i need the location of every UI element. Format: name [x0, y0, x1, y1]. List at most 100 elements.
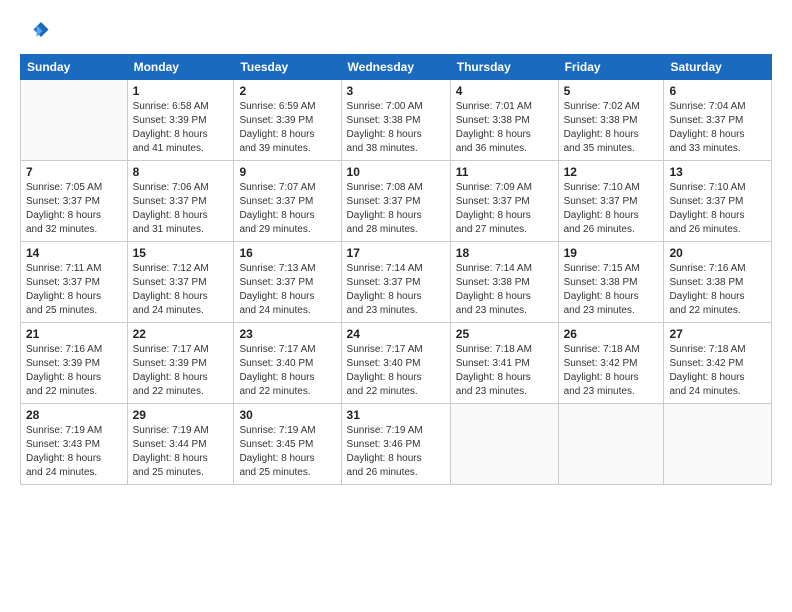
day-cell — [21, 80, 128, 161]
day-number: 8 — [133, 165, 229, 179]
day-cell: 6 Sunrise: 7:04 AM Sunset: 3:37 PM Daylig… — [664, 80, 772, 161]
day-cell: 9 Sunrise: 7:07 AM Sunset: 3:37 PM Daylig… — [234, 161, 341, 242]
day-cell: 29Sunrise: 7:19 AM Sunset: 3:44 PM Dayli… — [127, 404, 234, 485]
weekday-header-monday: Monday — [127, 55, 234, 80]
day-number: 17 — [347, 246, 445, 260]
logo — [20, 16, 54, 46]
day-number: 30 — [239, 408, 335, 422]
day-cell: 28 Sunrise: 7:19 AM Sunset: 3:43 PM Dayli… — [21, 404, 128, 485]
day-info: Sunrise: 7:00 AM Sunset: 3:38 PM Dayligh… — [347, 100, 445, 156]
day-cell: 12Sunrise: 7:10 AM Sunset: 3:37 PM Dayli… — [558, 161, 664, 242]
day-info: Sunrise: 7:02 AM Sunset: 3:38 PM Dayligh… — [564, 100, 659, 156]
header — [20, 16, 772, 46]
day-cell: 23 Sunrise: 7:17 AM Sunset: 3:40 PM Dayli… — [234, 323, 341, 404]
day-info: Sunrise: 7:09 AM Sunset: 3:37 PM Dayligh… — [456, 181, 553, 237]
day-number: 7 — [26, 165, 122, 179]
day-info: Sunrise: 7:07 AM Sunset: 3:37 PM Dayligh… — [239, 181, 335, 237]
day-info: Sunrise: 7:18 AM Sunset: 3:42 PM Dayligh… — [669, 343, 766, 399]
day-info: Sunrise: 7:15 AM Sunset: 3:38 PM Dayligh… — [564, 262, 659, 318]
day-info: Sunrise: 7:19 AM Sunset: 3:43 PM Dayligh… — [26, 424, 122, 480]
day-number: 14 — [26, 246, 122, 260]
day-number: 6 — [669, 84, 766, 98]
day-number: 19 — [564, 246, 659, 260]
day-cell: 22 Sunrise: 7:17 AM Sunset: 3:39 PM Dayli… — [127, 323, 234, 404]
calendar-table: SundayMondayTuesdayWednesdayThursdayFrid… — [20, 54, 772, 485]
day-cell: 30 Sunrise: 7:19 AM Sunset: 3:45 PM Dayli… — [234, 404, 341, 485]
day-cell: 19 Sunrise: 7:15 AM Sunset: 3:38 PM Dayli… — [558, 242, 664, 323]
day-number: 16 — [239, 246, 335, 260]
day-info: Sunrise: 7:06 AM Sunset: 3:37 PM Dayligh… — [133, 181, 229, 237]
day-info: Sunrise: 7:17 AM Sunset: 3:39 PM Dayligh… — [133, 343, 229, 399]
day-number: 15 — [133, 246, 229, 260]
day-info: Sunrise: 7:19 AM Sunset: 3:45 PM Dayligh… — [239, 424, 335, 480]
weekday-header-saturday: Saturday — [664, 55, 772, 80]
day-cell: 10 Sunrise: 7:08 AM Sunset: 3:37 PM Dayli… — [341, 161, 450, 242]
day-cell: 2Sunrise: 6:59 AM Sunset: 3:39 PM Daylig… — [234, 80, 341, 161]
day-info: Sunrise: 7:18 AM Sunset: 3:41 PM Dayligh… — [456, 343, 553, 399]
day-info: Sunrise: 7:08 AM Sunset: 3:37 PM Dayligh… — [347, 181, 445, 237]
day-cell: 16Sunrise: 7:13 AM Sunset: 3:37 PM Dayli… — [234, 242, 341, 323]
day-number: 27 — [669, 327, 766, 341]
week-row-3: 14 Sunrise: 7:11 AM Sunset: 3:37 PM Dayli… — [21, 242, 772, 323]
day-info: Sunrise: 6:58 AM Sunset: 3:39 PM Dayligh… — [133, 100, 229, 156]
week-row-4: 21Sunrise: 7:16 AM Sunset: 3:39 PM Dayli… — [21, 323, 772, 404]
day-number: 22 — [133, 327, 229, 341]
day-number: 4 — [456, 84, 553, 98]
day-cell: 8 Sunrise: 7:06 AM Sunset: 3:37 PM Daylig… — [127, 161, 234, 242]
day-info: Sunrise: 6:59 AM Sunset: 3:39 PM Dayligh… — [239, 100, 335, 156]
day-cell: 20 Sunrise: 7:16 AM Sunset: 3:38 PM Dayli… — [664, 242, 772, 323]
week-row-2: 7 Sunrise: 7:05 AM Sunset: 3:37 PM Daylig… — [21, 161, 772, 242]
day-cell: 5 Sunrise: 7:02 AM Sunset: 3:38 PM Daylig… — [558, 80, 664, 161]
logo-icon — [20, 16, 50, 46]
day-info: Sunrise: 7:19 AM Sunset: 3:44 PM Dayligh… — [133, 424, 229, 480]
day-number: 20 — [669, 246, 766, 260]
day-cell: 31Sunrise: 7:19 AM Sunset: 3:46 PM Dayli… — [341, 404, 450, 485]
weekday-header-thursday: Thursday — [450, 55, 558, 80]
calendar-page: SundayMondayTuesdayWednesdayThursdayFrid… — [0, 0, 792, 495]
day-info: Sunrise: 7:17 AM Sunset: 3:40 PM Dayligh… — [347, 343, 445, 399]
weekday-header-tuesday: Tuesday — [234, 55, 341, 80]
day-cell: 13 Sunrise: 7:10 AM Sunset: 3:37 PM Dayli… — [664, 161, 772, 242]
day-number: 9 — [239, 165, 335, 179]
day-info: Sunrise: 7:05 AM Sunset: 3:37 PM Dayligh… — [26, 181, 122, 237]
day-cell — [450, 404, 558, 485]
day-info: Sunrise: 7:04 AM Sunset: 3:37 PM Dayligh… — [669, 100, 766, 156]
day-number: 5 — [564, 84, 659, 98]
day-cell — [558, 404, 664, 485]
day-number: 25 — [456, 327, 553, 341]
day-info: Sunrise: 7:11 AM Sunset: 3:37 PM Dayligh… — [26, 262, 122, 318]
day-cell: 17 Sunrise: 7:14 AM Sunset: 3:37 PM Dayli… — [341, 242, 450, 323]
day-info: Sunrise: 7:14 AM Sunset: 3:37 PM Dayligh… — [347, 262, 445, 318]
day-cell: 27 Sunrise: 7:18 AM Sunset: 3:42 PM Dayli… — [664, 323, 772, 404]
day-number: 3 — [347, 84, 445, 98]
day-number: 13 — [669, 165, 766, 179]
day-info: Sunrise: 7:14 AM Sunset: 3:38 PM Dayligh… — [456, 262, 553, 318]
day-number: 24 — [347, 327, 445, 341]
day-info: Sunrise: 7:17 AM Sunset: 3:40 PM Dayligh… — [239, 343, 335, 399]
day-info: Sunrise: 7:10 AM Sunset: 3:37 PM Dayligh… — [669, 181, 766, 237]
day-info: Sunrise: 7:16 AM Sunset: 3:39 PM Dayligh… — [26, 343, 122, 399]
day-number: 28 — [26, 408, 122, 422]
weekday-header-friday: Friday — [558, 55, 664, 80]
week-row-5: 28 Sunrise: 7:19 AM Sunset: 3:43 PM Dayli… — [21, 404, 772, 485]
day-number: 12 — [564, 165, 659, 179]
week-row-1: 1 Sunrise: 6:58 AM Sunset: 3:39 PM Daylig… — [21, 80, 772, 161]
day-cell: 15 Sunrise: 7:12 AM Sunset: 3:37 PM Dayli… — [127, 242, 234, 323]
day-number: 11 — [456, 165, 553, 179]
day-cell: 21Sunrise: 7:16 AM Sunset: 3:39 PM Dayli… — [21, 323, 128, 404]
day-number: 1 — [133, 84, 229, 98]
day-number: 23 — [239, 327, 335, 341]
day-cell: 18 Sunrise: 7:14 AM Sunset: 3:38 PM Dayli… — [450, 242, 558, 323]
day-cell: 1 Sunrise: 6:58 AM Sunset: 3:39 PM Daylig… — [127, 80, 234, 161]
day-number: 26 — [564, 327, 659, 341]
day-cell: 26Sunrise: 7:18 AM Sunset: 3:42 PM Dayli… — [558, 323, 664, 404]
weekday-header-wednesday: Wednesday — [341, 55, 450, 80]
day-number: 18 — [456, 246, 553, 260]
weekday-header-row: SundayMondayTuesdayWednesdayThursdayFrid… — [21, 55, 772, 80]
day-info: Sunrise: 7:01 AM Sunset: 3:38 PM Dayligh… — [456, 100, 553, 156]
day-number: 10 — [347, 165, 445, 179]
day-info: Sunrise: 7:12 AM Sunset: 3:37 PM Dayligh… — [133, 262, 229, 318]
day-cell: 3 Sunrise: 7:00 AM Sunset: 3:38 PM Daylig… — [341, 80, 450, 161]
day-cell: 4 Sunrise: 7:01 AM Sunset: 3:38 PM Daylig… — [450, 80, 558, 161]
day-info: Sunrise: 7:16 AM Sunset: 3:38 PM Dayligh… — [669, 262, 766, 318]
